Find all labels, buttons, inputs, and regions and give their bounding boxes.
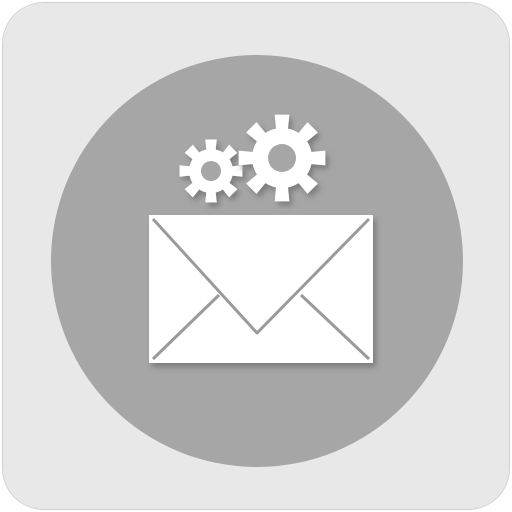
icon-artwork <box>3 3 509 509</box>
mail-settings-app-icon[interactable] <box>2 2 510 510</box>
gear-icon <box>238 114 326 202</box>
envelope-icon <box>149 215 373 363</box>
gear-icon <box>179 139 243 203</box>
